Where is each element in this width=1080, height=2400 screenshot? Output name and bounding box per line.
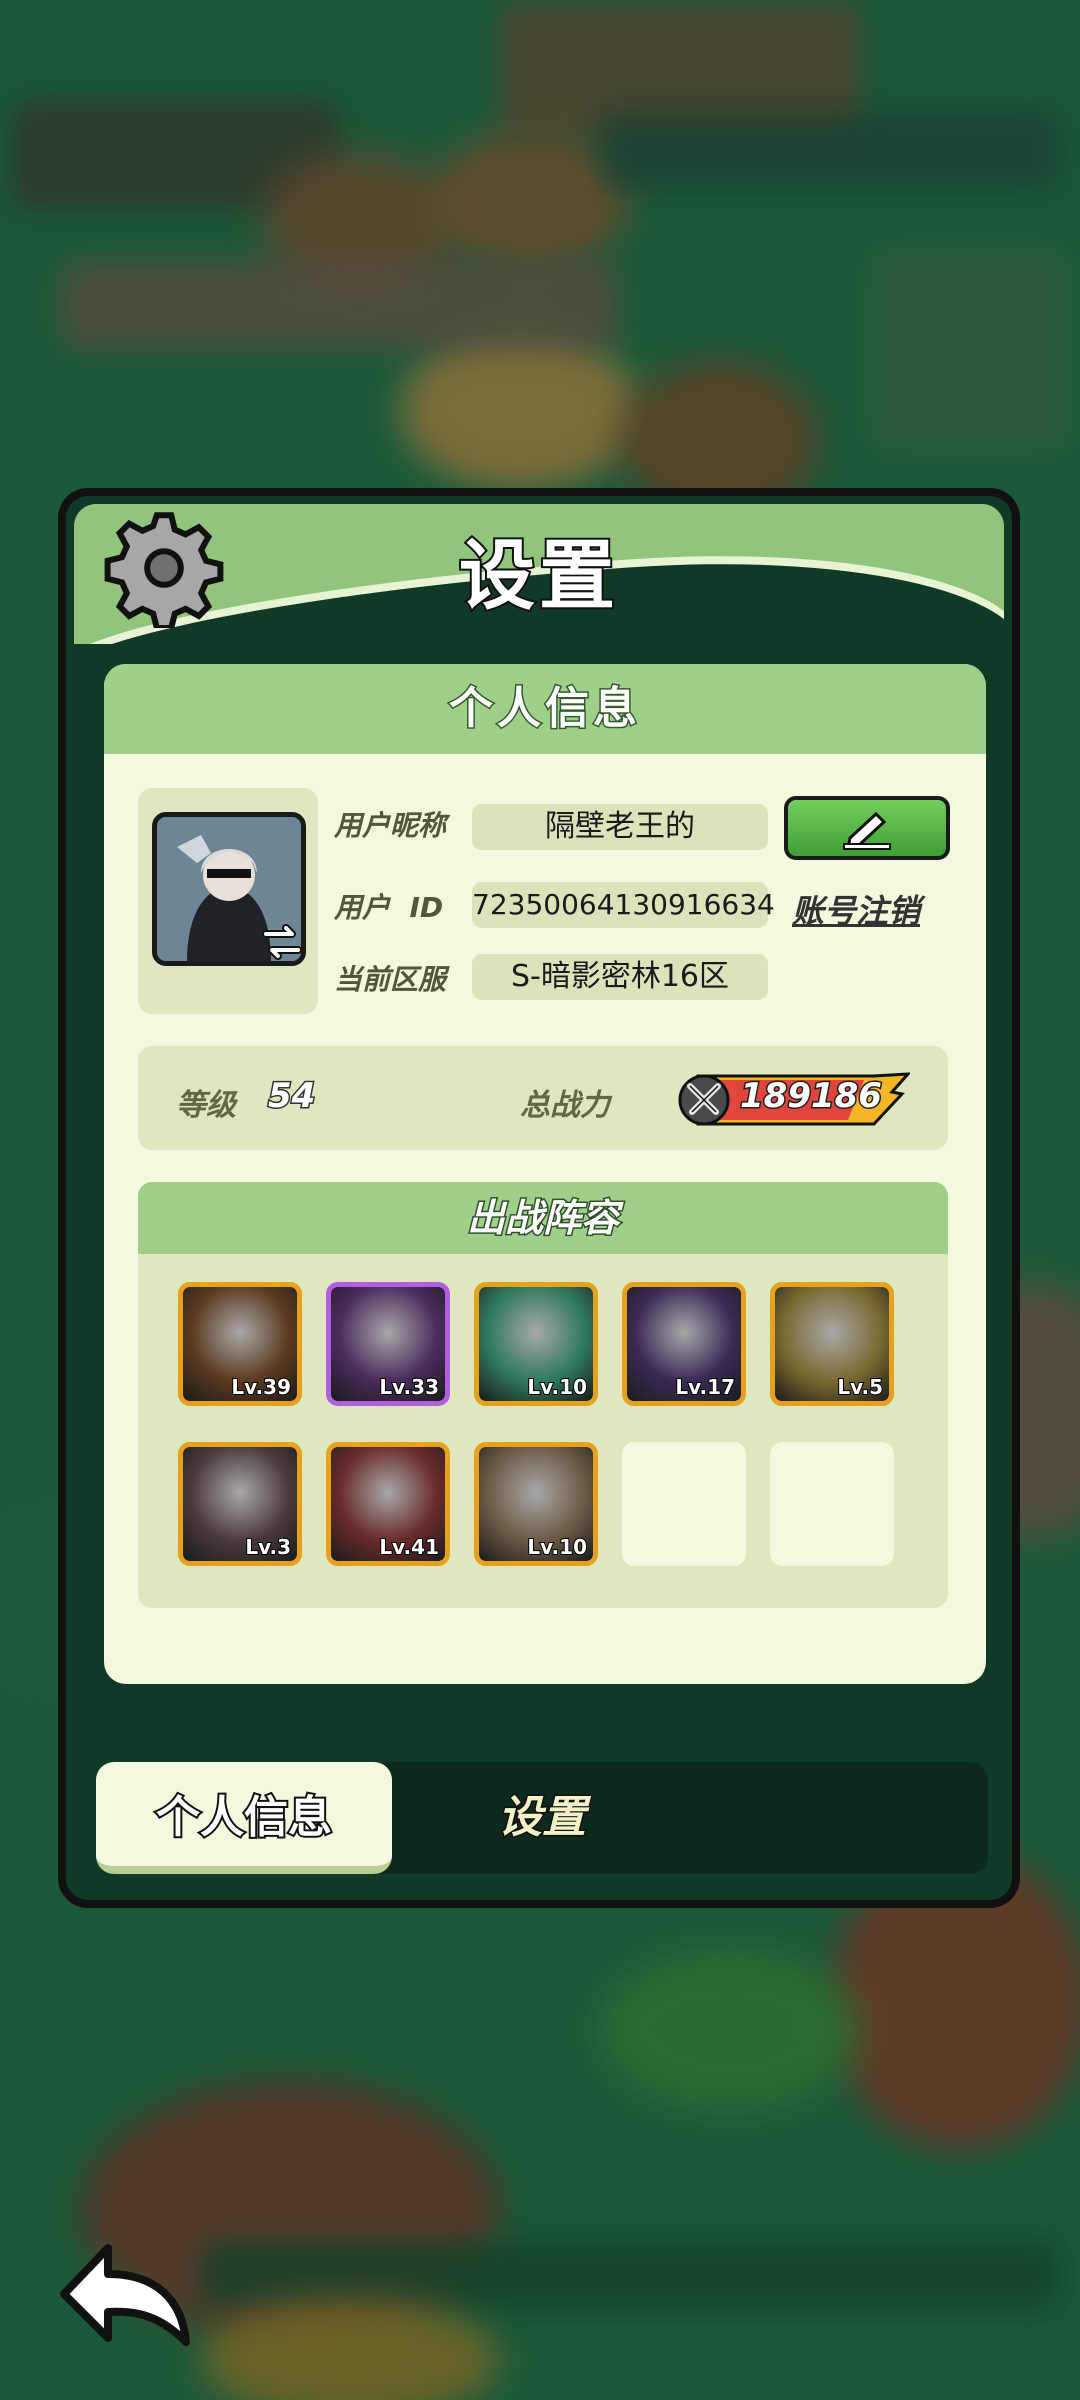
- power-badge: 189186: [678, 1072, 912, 1126]
- empty-hero-slot[interactable]: [770, 1442, 894, 1566]
- hero-slot[interactable]: Lv.39: [178, 1282, 302, 1406]
- swap-avatar-icon[interactable]: [260, 920, 304, 964]
- hero-level: Lv.17: [674, 1374, 736, 1400]
- level-value: 54: [266, 1075, 316, 1118]
- server-label: 当前区服: [334, 963, 447, 996]
- tab-bar: 个人信息 设置: [96, 1762, 988, 1874]
- server-field: S-暗影密林16区: [472, 954, 768, 1000]
- back-arrow-icon[interactable]: [58, 2238, 196, 2348]
- pencil-icon: [843, 811, 891, 850]
- tab-settings[interactable]: 设置: [392, 1762, 692, 1874]
- edit-nickname-button[interactable]: [784, 796, 950, 860]
- tab-personal-info[interactable]: 个人信息: [96, 1762, 392, 1874]
- hero-level: Lv.33: [378, 1374, 440, 1400]
- empty-hero-slot[interactable]: [622, 1442, 746, 1566]
- lineup-title: 出战阵容: [138, 1182, 948, 1254]
- hero-level: Lv.41: [378, 1534, 440, 1560]
- nickname-label: 用户昵称: [334, 809, 447, 842]
- personal-info-panel: 个人信息 用户昵称 隔壁老王的 用户 ID 72350064130916634 …: [104, 664, 986, 1684]
- avatar-box: [138, 788, 318, 1014]
- settings-dialog: 设置 个人信息 用户昵称 隔壁老王的 用户 ID 723500641309166…: [58, 488, 1020, 1908]
- hero-level: Lv.3: [244, 1534, 292, 1560]
- panel-title: 个人信息: [104, 664, 986, 754]
- hero-slot[interactable]: Lv.17: [622, 1282, 746, 1406]
- hero-slot[interactable]: Lv.10: [474, 1442, 598, 1566]
- hero-slot[interactable]: Lv.41: [326, 1442, 450, 1566]
- level-label: 等级: [176, 1088, 236, 1123]
- user-id-field: 72350064130916634: [472, 882, 775, 928]
- hero-level: Lv.10: [526, 1534, 588, 1560]
- hero-slot[interactable]: Lv.3: [178, 1442, 302, 1566]
- hero-slot[interactable]: Lv.10: [474, 1282, 598, 1406]
- dialog-title: 设置: [457, 529, 619, 622]
- power-label: 总战力: [520, 1088, 610, 1123]
- nickname-field: 隔壁老王的: [472, 804, 768, 850]
- crossed-swords-icon: [678, 1074, 730, 1126]
- hero-level: Lv.5: [836, 1374, 884, 1400]
- stats-bar: 等级 54 总战力 189186: [138, 1046, 948, 1150]
- battle-lineup: 出战阵容 Lv.39 Lv.33 Lv.10 Lv.17 Lv.5 Lv.3 Lv.41 Lv…: [138, 1182, 948, 1608]
- user-id-label: 用户 ID: [334, 891, 444, 924]
- hero-level: Lv.10: [526, 1374, 588, 1400]
- hero-level: Lv.39: [230, 1374, 292, 1400]
- dialog-header: 设置: [74, 504, 1004, 644]
- cancel-account-link[interactable]: 账号注销: [792, 886, 920, 932]
- hero-slot[interactable]: Lv.5: [770, 1282, 894, 1406]
- power-value: 189186: [739, 1075, 884, 1118]
- hero-slot[interactable]: Lv.33: [326, 1282, 450, 1406]
